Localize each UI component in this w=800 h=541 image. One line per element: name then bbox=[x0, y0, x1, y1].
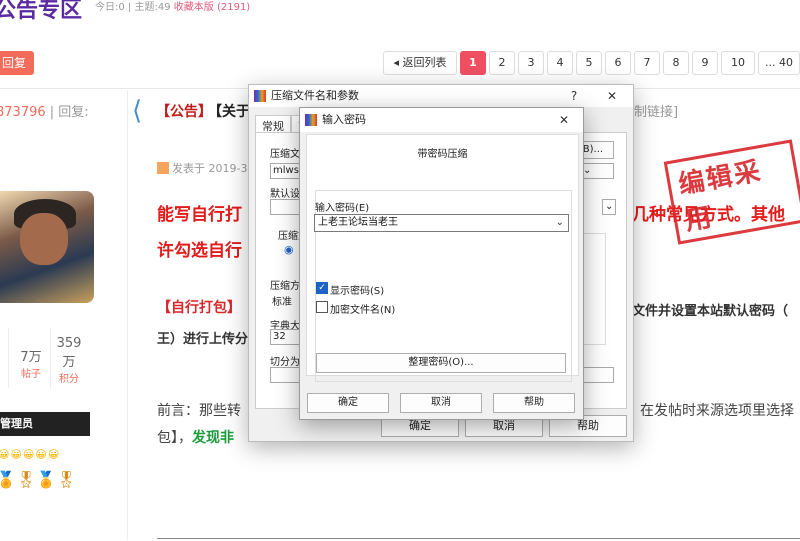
reply-button[interactable]: 回复 bbox=[0, 51, 34, 75]
headline-left: 能写自行打 bbox=[157, 205, 242, 225]
today-count: 今日:0 bbox=[95, 2, 125, 13]
password-ok-button[interactable]: 确定 bbox=[307, 393, 389, 413]
close-icon[interactable]: ✕ bbox=[597, 85, 627, 107]
column-divider bbox=[127, 90, 128, 540]
medal-icons: 🏅🎖🏅🎖 bbox=[0, 470, 77, 489]
password-dialog-titlebar[interactable]: 输入密码 ✕ bbox=[300, 108, 583, 132]
preface-left: 前言：那些转 bbox=[157, 403, 241, 419]
thread-title[interactable]: 【关于 bbox=[208, 101, 250, 121]
password-pane: 带密码压缩 bbox=[306, 134, 579, 382]
update-mode-dropdown[interactable]: ⌄ bbox=[602, 199, 616, 215]
headline-line2: 许勾选自行 bbox=[157, 241, 242, 261]
body-text-right: 文件并设置本站默认密码（ bbox=[632, 304, 789, 319]
page-6[interactable]: 6 bbox=[605, 51, 631, 75]
encrypt-names-label[interactable]: 加密文件名(N) bbox=[330, 301, 395, 316]
emoji-icons: 😀😀😀😀😀 bbox=[0, 448, 61, 461]
notice-tag: 【公告】 bbox=[156, 104, 212, 120]
encrypt-names-checkbox[interactable] bbox=[316, 301, 328, 313]
copy-link[interactable]: 制链接] bbox=[634, 101, 678, 120]
thread-stats: 873796 | 回复: bbox=[0, 105, 89, 120]
page-2[interactable]: 2 bbox=[489, 51, 515, 75]
admin-badge: 管理员 bbox=[0, 412, 90, 436]
winrar-icon bbox=[254, 90, 266, 102]
section-heading: 【自行打包】 bbox=[157, 300, 241, 316]
radio-rar[interactable]: ◉ bbox=[284, 243, 294, 256]
page-7[interactable]: 7 bbox=[634, 51, 660, 75]
bracket-icon: ⟨ bbox=[132, 96, 143, 126]
password-input[interactable]: 上老王论坛当老王 ⌄ bbox=[314, 214, 569, 232]
method-value[interactable]: 标准 bbox=[272, 293, 292, 308]
winrar-icon bbox=[305, 114, 317, 126]
organize-passwords-button[interactable]: 整理密码(O)... bbox=[316, 353, 566, 373]
triangle-left-icon: ◂ bbox=[393, 56, 400, 69]
forum-stats: 今日:0 | 主题:49 收藏本版 (2191) bbox=[95, 2, 251, 13]
show-password-label[interactable]: 显示密码(S) bbox=[330, 282, 384, 297]
archive-name-dropdown[interactable]: ⌄ bbox=[580, 163, 614, 179]
body-text-left: 王）进行上传分 bbox=[157, 332, 249, 347]
preface-line2: 包】，发现非 bbox=[157, 430, 234, 446]
post-meta: 发表于 2019-3-2 bbox=[157, 160, 258, 176]
forum-title: 公告专区 bbox=[0, 0, 83, 23]
preface-right: 】在发帖时来源选项里选择 bbox=[626, 403, 794, 419]
help-icon[interactable]: ? bbox=[559, 85, 589, 107]
page-10[interactable]: 10 bbox=[721, 51, 755, 75]
password-dialog: 输入密码 ✕ 带密码压缩 输入密码(E) 上老王论坛当老王 ⌄ ✓ 显示密码(S… bbox=[299, 107, 584, 420]
page-9[interactable]: 9 bbox=[692, 51, 718, 75]
password-cancel-button[interactable]: 取消 bbox=[400, 393, 482, 413]
user-icon bbox=[157, 162, 169, 174]
chevron-down-icon[interactable]: ⌄ bbox=[556, 215, 564, 231]
favorite-link[interactable]: 收藏本版 bbox=[174, 2, 214, 13]
password-help-button[interactable]: 帮助 bbox=[493, 393, 575, 413]
split-unit-dropdown[interactable] bbox=[580, 367, 614, 383]
editor-pick-stamp: 编辑采用 bbox=[663, 139, 800, 245]
topic-count: 主题:49 bbox=[134, 2, 171, 13]
close-icon[interactable]: ✕ bbox=[549, 109, 579, 131]
page-last[interactable]: ... 40 bbox=[758, 51, 800, 75]
avatar[interactable] bbox=[0, 191, 94, 303]
favorite-count: (2191) bbox=[216, 2, 251, 13]
page-3[interactable]: 3 bbox=[518, 51, 544, 75]
back-to-list-button[interactable]: ◂ 返回列表 bbox=[383, 51, 457, 75]
dialog-titlebar[interactable]: 压缩文件名和参数 ? ✕ bbox=[249, 85, 633, 107]
show-password-checkbox[interactable]: ✓ bbox=[316, 282, 328, 294]
content-divider bbox=[157, 538, 800, 539]
password-label: 输入密码(E) bbox=[315, 203, 370, 214]
page-4[interactable]: 4 bbox=[547, 51, 573, 75]
page-5[interactable]: 5 bbox=[576, 51, 602, 75]
password-heading: 带密码压缩 bbox=[417, 149, 468, 160]
chevron-down-icon: ⌄ bbox=[605, 201, 614, 212]
page-8[interactable]: 8 bbox=[663, 51, 689, 75]
chevron-down-icon: ⌄ bbox=[583, 165, 592, 176]
page-1[interactable]: 1 bbox=[460, 51, 486, 75]
user-points: 359万 积分 bbox=[56, 336, 82, 385]
user-posts: 7万 帖子 bbox=[20, 350, 42, 380]
